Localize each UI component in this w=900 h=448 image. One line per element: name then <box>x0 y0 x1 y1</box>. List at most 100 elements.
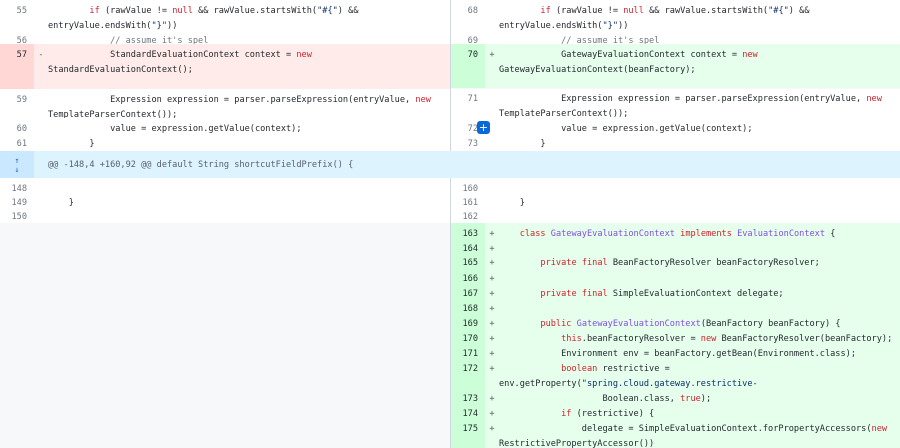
diff-marker: + <box>489 394 495 404</box>
line-number[interactable]: 172 <box>451 358 485 389</box>
code-text: if (rawValue != null && rawValue.startsW… <box>48 0 450 46</box>
code-text: value = expression.getValue(context); <box>499 118 900 134</box>
line-number[interactable]: 61 <box>0 133 34 150</box>
line-number[interactable]: 162 <box>451 206 485 223</box>
code-text: } <box>48 133 450 150</box>
code-text: public GatewayEvaluationContext(BeanFact… <box>499 313 900 329</box>
line-number[interactable]: 60 <box>0 118 34 134</box>
line-number[interactable]: 73 <box>451 133 485 150</box>
code-token: GatewayEvaluationContext(beanFactory); <box>499 65 696 75</box>
diff-line-context: 61 } <box>0 133 450 150</box>
empty-placeholder <box>451 88 900 89</box>
code-token: final <box>581 258 608 268</box>
line-number[interactable]: 57 <box>0 44 34 88</box>
code-token: new <box>415 95 431 105</box>
diff-marker: + <box>489 349 495 359</box>
diff-line-added: 164 + <box>451 238 900 254</box>
diff-marker <box>485 206 499 223</box>
diff-line-added: 174 + if (restrictive) { <box>451 403 900 419</box>
expand-context-button[interactable]: ↑ ↓ <box>0 151 34 178</box>
code-text: value = expression.getValue(context); <box>48 118 450 134</box>
diff-line-added: 175 + delegate = SimpleEvaluationContext.… <box>451 418 900 448</box>
code-text: Environment env = beanFactory.getBean(En… <box>499 343 900 359</box>
line-number[interactable]: 164 <box>451 238 485 254</box>
code-token: null <box>623 6 644 16</box>
line-number[interactable]: 170 <box>451 328 485 344</box>
line-number[interactable]: 68 <box>451 0 485 30</box>
code-token: private <box>540 258 577 268</box>
code-token: Expression expression = parser.parseExpr… <box>48 95 416 105</box>
line-number[interactable]: 173 <box>451 388 485 404</box>
line-number[interactable]: 174 <box>451 403 485 419</box>
diff-line-added: 70 + GatewayEvaluationContext context = n… <box>451 44 900 88</box>
diff-marker <box>34 0 48 30</box>
code-text: if (rawValue != null && rawValue.startsW… <box>499 0 900 46</box>
code-text: private final BeanFactoryResolver beanFa… <box>499 252 900 268</box>
code-token: new <box>296 50 312 60</box>
code-text: } <box>499 133 900 150</box>
code-token: && rawValue.startsWith( <box>643 6 769 16</box>
line-number[interactable]: 71 <box>451 88 485 118</box>
code-text: this.beanFactoryResolver = new BeanFacto… <box>499 328 900 344</box>
diff-line-context: 71 Expression expression = parser.parseE… <box>451 88 900 119</box>
line-number[interactable]: 167 <box>451 283 485 299</box>
line-number[interactable]: 169 <box>451 313 485 329</box>
code-token: new <box>866 94 882 104</box>
line-number[interactable]: 70 <box>451 44 485 88</box>
diff-marker: + <box>489 229 495 239</box>
line-number[interactable]: 150 <box>0 206 34 223</box>
code-token: boolean <box>561 364 598 374</box>
line-number[interactable]: 171 <box>451 343 485 359</box>
diff-line-deleted: 57- StandardEvaluationContext context = … <box>0 44 450 88</box>
code-token: StandardEvaluationContext context = <box>48 50 297 60</box>
diff-marker: + <box>489 304 495 314</box>
diff-line-added: 167 + private final SimpleEvaluationConte… <box>451 283 900 299</box>
line-number[interactable]: 165 <box>451 252 485 268</box>
split-diff-view: 55 if (rawValue != null && rawValue.star… <box>0 0 900 448</box>
code-token: } <box>48 139 95 149</box>
line-number[interactable]: 59 <box>0 89 34 119</box>
line-number[interactable]: 175 <box>451 418 485 448</box>
code-token: && rawValue.startsWith( <box>192 6 318 16</box>
code-text: Expression expression = parser.parseExpr… <box>48 89 450 120</box>
empty-placeholder <box>0 223 450 448</box>
diff-marker <box>34 206 48 223</box>
line-number[interactable]: 163 <box>451 223 485 239</box>
diff-marker: + <box>489 50 495 60</box>
code-text: StandardEvaluationContext context = new … <box>48 44 450 88</box>
diff-line-added: 169 + public GatewayEvaluationContext(Bea… <box>451 313 900 329</box>
diff-marker: + <box>489 319 495 329</box>
diff-line-added: 172 + boolean restrictive = env.getProper… <box>451 358 900 404</box>
code-token: if <box>540 6 551 16</box>
line-number[interactable]: 55 <box>0 0 34 30</box>
expand-up-icon: ↑ <box>14 155 20 165</box>
diff-marker: + <box>489 289 495 299</box>
add-comment-button[interactable]: + <box>477 121 490 134</box>
diff-left-pane: 55 if (rawValue != null && rawValue.star… <box>0 0 450 448</box>
line-number[interactable]: 166 <box>451 268 485 284</box>
code-token: RestrictivePropertyAccessor()) <box>499 439 655 448</box>
diff-line-context: 59 Expression expression = parser.parseE… <box>0 89 450 120</box>
line-number[interactable]: 168 <box>451 298 485 314</box>
code-text: Boolean.class, true); <box>499 388 900 404</box>
code-token: "#{" <box>317 6 338 16</box>
code-text: private final SimpleEvaluationContext de… <box>499 283 900 299</box>
diff-line-context: 162 <box>451 206 900 223</box>
code-text: class GatewayEvaluationContext implement… <box>499 223 900 239</box>
code-token: new <box>871 424 888 434</box>
diff-line-added: 163 + class GatewayEvaluationContext impl… <box>451 223 900 239</box>
diff-line-context: 72 value = expression.getValue(context); <box>451 118 900 134</box>
code-token: if <box>89 6 100 16</box>
diff-marker <box>485 133 499 150</box>
diff-line-added: 168 + <box>451 298 900 314</box>
code-token: GatewayEvaluationContext context = <box>499 50 743 60</box>
diff-marker: + <box>489 364 495 374</box>
diff-line-context: 60 value = expression.getValue(context); <box>0 118 450 134</box>
code-token: } <box>499 139 546 149</box>
